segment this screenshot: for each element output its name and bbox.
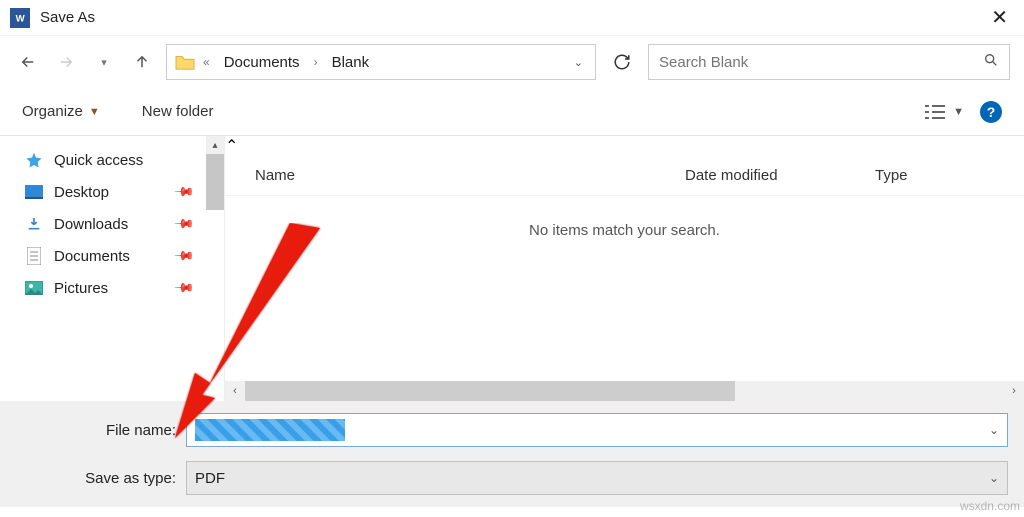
up-button[interactable] [128, 48, 156, 76]
sidebar-item-pictures[interactable]: Pictures 📌 [18, 272, 224, 304]
address-bar[interactable]: « Documents › Blank ⌄ [166, 44, 596, 80]
save-form: File name: ⌄ Save as type: PDF ⌄ [0, 401, 1024, 507]
pin-icon: 📌 [173, 181, 196, 204]
scroll-track[interactable] [245, 381, 1004, 401]
sidebar-label: Downloads [54, 216, 128, 233]
forward-button[interactable] [52, 48, 80, 76]
sidebar-label: Quick access [54, 152, 143, 169]
navigation-pane: ▴ Quick access Desktop 📌 Downloads 📌 Doc… [0, 136, 224, 401]
documents-icon [24, 247, 44, 265]
filename-value-redacted [195, 419, 345, 441]
chevron-down-icon: ▼ [953, 106, 964, 118]
search-box[interactable] [648, 44, 1010, 80]
sidebar-item-downloads[interactable]: Downloads 📌 [18, 208, 224, 240]
title-bar: W Save As ✕ [0, 0, 1024, 36]
save-as-type-select[interactable]: PDF ⌄ [186, 461, 1008, 495]
sidebar-label: Desktop [54, 184, 109, 201]
sidebar-item-desktop[interactable]: Desktop 📌 [18, 176, 224, 208]
chevron-down-icon[interactable]: ⌄ [989, 423, 999, 437]
window-title: Save As [40, 9, 95, 26]
filename-input[interactable]: ⌄ [186, 413, 1008, 447]
organize-menu[interactable]: Organize ▼ [22, 103, 100, 120]
downloads-icon [24, 215, 44, 233]
column-headers: Name Date modified Type [225, 156, 1024, 196]
breadcrumb-prefix: « [203, 55, 210, 69]
column-type[interactable]: Type [875, 167, 908, 184]
chevron-down-icon: ▼ [89, 106, 100, 118]
star-icon [24, 151, 44, 169]
address-dropdown[interactable]: ⌄ [568, 56, 589, 69]
recent-dropdown[interactable]: ▾ [90, 48, 118, 76]
pictures-icon [24, 279, 44, 297]
search-input[interactable] [659, 54, 983, 71]
file-list: ⌃ Name Date modified Type No items match… [224, 136, 1024, 401]
details-view-icon [923, 103, 947, 121]
navigation-bar: ▾ « Documents › Blank ⌄ [0, 36, 1024, 88]
new-folder-button[interactable]: New folder [142, 103, 214, 120]
scroll-up-button[interactable]: ▴ [206, 136, 224, 154]
filename-label: File name: [0, 422, 186, 439]
column-name[interactable]: Name [255, 167, 685, 184]
scroll-right-icon[interactable]: › [1004, 381, 1024, 401]
back-button[interactable] [14, 48, 42, 76]
folder-icon [173, 50, 197, 74]
desktop-icon [24, 183, 44, 201]
view-options-button[interactable]: ▼ [923, 103, 964, 121]
scrollbar-thumb[interactable] [206, 154, 224, 210]
organize-label: Organize [22, 103, 83, 120]
close-button[interactable]: ✕ [985, 5, 1014, 30]
svg-text:W: W [16, 13, 26, 24]
horizontal-scrollbar[interactable]: ‹ › [225, 381, 1024, 401]
refresh-button[interactable] [606, 46, 638, 78]
scroll-thumb[interactable] [245, 381, 735, 401]
save-as-type-value: PDF [195, 470, 225, 487]
breadcrumb-documents[interactable]: Documents [216, 54, 308, 71]
word-app-icon: W [10, 8, 30, 28]
scroll-left-icon[interactable]: ‹ [225, 381, 245, 401]
watermark: wsxdn.com [960, 499, 1020, 513]
breadcrumb-blank[interactable]: Blank [324, 54, 378, 71]
help-button[interactable]: ? [980, 101, 1002, 123]
sidebar-item-documents[interactable]: Documents 📌 [18, 240, 224, 272]
search-icon[interactable] [983, 52, 999, 73]
chevron-down-icon[interactable]: ⌄ [989, 471, 999, 485]
empty-message: No items match your search. [225, 196, 1024, 239]
pin-icon: 📌 [173, 245, 196, 268]
sidebar-item-quick-access[interactable]: Quick access [18, 144, 224, 176]
pin-icon: 📌 [173, 213, 196, 236]
save-as-type-label: Save as type: [0, 470, 186, 487]
toolbar: Organize ▼ New folder ▼ ? [0, 88, 1024, 136]
column-date[interactable]: Date modified [685, 167, 875, 184]
main-area: ▴ Quick access Desktop 📌 Downloads 📌 Doc… [0, 136, 1024, 401]
pin-icon: 📌 [173, 277, 196, 300]
chevron-right-icon: › [314, 55, 318, 69]
sidebar-label: Pictures [54, 280, 108, 297]
sort-indicator-icon: ⌃ [225, 136, 1024, 156]
sidebar-label: Documents [54, 248, 130, 265]
